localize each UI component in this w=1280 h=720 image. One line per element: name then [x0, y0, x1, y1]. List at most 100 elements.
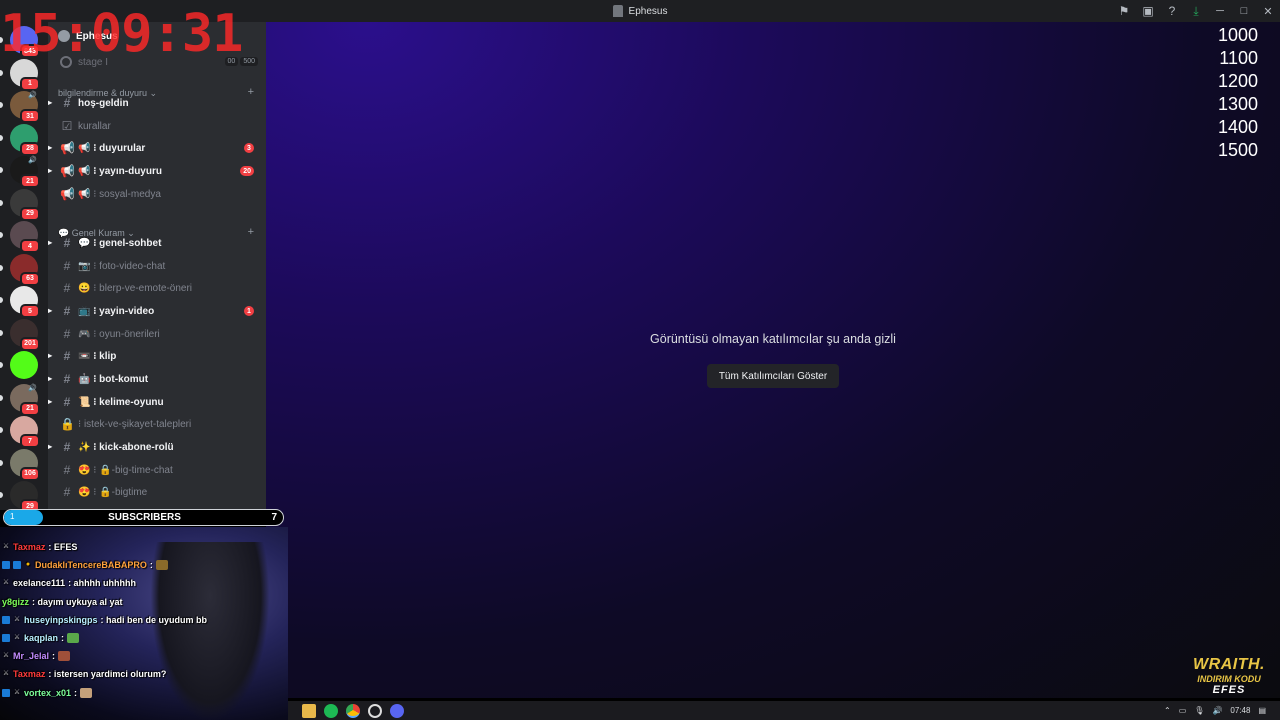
server-mention-badge: 31: [20, 109, 40, 123]
server-unread-pill: [0, 362, 3, 368]
subscriber-badge-icon: [2, 615, 10, 624]
channel-item[interactable]: ▸ # 🤖 ⁝ bot-komut: [48, 369, 266, 389]
channel-item[interactable]: ▸ # ✨ ⁝ kick-abone-rolü: [48, 437, 266, 457]
notification-icon[interactable]: ▤: [1258, 706, 1266, 715]
channel-item[interactable]: ▸ # 📼 ⁝ klip: [48, 346, 266, 366]
subscribers-label: SUBSCRIBERS: [108, 512, 181, 523]
server-mention-badge: 201: [20, 336, 40, 351]
channel-item[interactable]: # 😍 ⁝ 🔒-bigtime: [48, 482, 266, 502]
chat-message: ⚔ exelance111: ahhhh uhhhhh: [2, 575, 136, 591]
number-overlay: 1000 1100 1200 1300 1400 1500: [1218, 24, 1258, 162]
hash-icon: #: [63, 96, 71, 110]
chat-text: :: [52, 651, 56, 662]
server-unread-pill: [0, 199, 3, 206]
channel-item[interactable]: ▸ # hoş-geldin: [48, 93, 266, 113]
channel-item[interactable]: 🔒 ⁝ istek-ve-şikayet-talepleri: [48, 414, 266, 434]
chat-text: :: [149, 560, 153, 571]
discord-icon[interactable]: [390, 703, 404, 718]
channel-mention-badge: 1: [244, 306, 254, 316]
channel-item[interactable]: # 😍 ⁝ 🔒-big-time-chat: [48, 460, 266, 480]
maximize-button[interactable]: □: [1232, 0, 1256, 22]
hidden-participants-message: Görüntüsü olmayan katılımcılar şu anda g…: [650, 332, 896, 346]
server-mention-badge: 5: [20, 304, 40, 318]
chat-message: ⚔ Mr_Jelal:: [2, 648, 71, 664]
rules-icon: ☑: [61, 119, 73, 133]
channel-name: 🤖 ⁝ bot-komut: [78, 373, 149, 385]
server-icon: [612, 5, 623, 17]
announcement-icon: 📢: [60, 187, 75, 201]
unread-indicator-icon: ▸: [48, 98, 53, 107]
channel-item[interactable]: 📢 📢 ⁝ sosyal-medya: [48, 184, 266, 204]
server-unread-pill: [0, 69, 3, 76]
show-all-participants-button[interactable]: Tüm Katılımcıları Göster: [707, 364, 839, 388]
window-title: Ephesus: [612, 5, 667, 17]
help-icon[interactable]: ?: [1160, 0, 1184, 22]
hash-icon: #: [63, 304, 71, 318]
server-mention-badge: 21: [20, 401, 40, 416]
chat-text: : hadi ben de uyudum bb: [100, 614, 208, 625]
chat-emote-icon: [80, 687, 93, 698]
server-icon[interactable]: [10, 351, 38, 379]
chat-text: : EFES: [48, 542, 78, 552]
channel-item[interactable]: ▸ 📢 📢 ⁝ duyurular 3: [48, 138, 266, 158]
channel-item[interactable]: # 😀 ⁝ blerp-ve-emote-öneri: [48, 278, 266, 298]
chevron-up-icon[interactable]: ⌃: [1164, 706, 1171, 715]
microphone-icon[interactable]: 🎙: [1194, 706, 1204, 715]
channel-name: ⁝ istek-ve-şikayet-talepleri: [78, 418, 192, 430]
screen-icon[interactable]: ▣: [1136, 0, 1160, 22]
hash-icon: #: [63, 440, 71, 454]
number-item: 1300: [1217, 94, 1258, 114]
sword-badge-icon: ⚔: [2, 579, 10, 587]
announcement-icon: 📢: [60, 164, 75, 178]
hash-icon: #: [63, 327, 71, 341]
number-item: 1000: [1217, 25, 1258, 45]
chat-username: Taxmaz: [13, 669, 46, 680]
chat-message: ⚔ kaqplan:: [2, 630, 80, 646]
hash-icon: #: [63, 259, 71, 273]
spotify-icon[interactable]: [324, 703, 338, 718]
server-mention-badge: 28: [20, 141, 40, 156]
close-button[interactable]: ✕: [1256, 0, 1280, 22]
chat-message: ⚔ vortex_x01:: [2, 685, 93, 701]
server-unread-pill: [0, 264, 3, 271]
channel-name: 📢 ⁝ yayın-duyuru: [78, 165, 162, 177]
voice-active-icon: 🔊: [28, 384, 37, 392]
channel-name: 😍 ⁝ 🔒-bigtime: [78, 486, 148, 498]
channel-name: 😍 ⁝ 🔒-big-time-chat: [78, 464, 173, 476]
chat-emote-icon: [58, 651, 71, 662]
voice-active-icon: 🔊: [28, 157, 37, 164]
hash-icon: #: [63, 395, 71, 409]
channel-item[interactable]: ▸ # 💬 ⁝ genel-sohbet: [48, 233, 266, 253]
chat-username: Mr_Jelal: [13, 651, 50, 662]
chat-text: : dayım uykuya al yat: [32, 596, 123, 607]
number-item: 1100: [1219, 48, 1258, 68]
file-explorer-icon[interactable]: [302, 703, 316, 718]
channel-item[interactable]: # 📷 ⁝ foto-video-chat: [48, 256, 266, 276]
channel-item[interactable]: ▸ 📢 📢 ⁝ yayın-duyuru 20: [48, 161, 266, 181]
channel-item[interactable]: ☑ kurallar: [48, 116, 266, 136]
server-unread-pill: [0, 134, 3, 141]
channel-item[interactable]: # 🎮 ⁝ oyun-önerileri: [48, 324, 266, 344]
channel-name: 🎮 ⁝ oyun-önerileri: [78, 328, 160, 340]
minimize-button[interactable]: ─: [1208, 0, 1232, 22]
unread-indicator-icon: ▸: [48, 306, 53, 315]
unread-indicator-icon: ▸: [48, 166, 53, 175]
server-unread-pill: [0, 102, 3, 108]
chat-username: exelance111: [13, 578, 66, 589]
download-icon[interactable]: ⤓: [1184, 0, 1208, 22]
hash-icon: #: [63, 349, 71, 363]
channel-mention-badge: 20: [240, 166, 254, 176]
chat-message: ⚔ Taxmaz: istersen yardimci olurum?: [2, 666, 167, 682]
system-clock[interactable]: 07:48: [1230, 706, 1250, 715]
server-mention-badge: 4: [20, 239, 40, 253]
channel-name: 📢 ⁝ sosyal-medya: [78, 188, 161, 200]
channel-item[interactable]: ▸ # 📺 ⁝ yayin-video 1: [48, 301, 266, 321]
channel-item[interactable]: ▸ # 📜 ⁝ kelime-oyunu: [48, 392, 266, 412]
channel-name: ✨ ⁝ kick-abone-rolü: [78, 441, 174, 453]
chrome-icon[interactable]: [346, 703, 360, 718]
flag-icon[interactable]: ⚑: [1112, 0, 1136, 22]
network-icon[interactable]: ▭: [1179, 706, 1187, 715]
hash-icon: #: [63, 485, 71, 499]
obs-icon[interactable]: [368, 703, 382, 718]
volume-icon[interactable]: 🔊: [1212, 706, 1222, 715]
